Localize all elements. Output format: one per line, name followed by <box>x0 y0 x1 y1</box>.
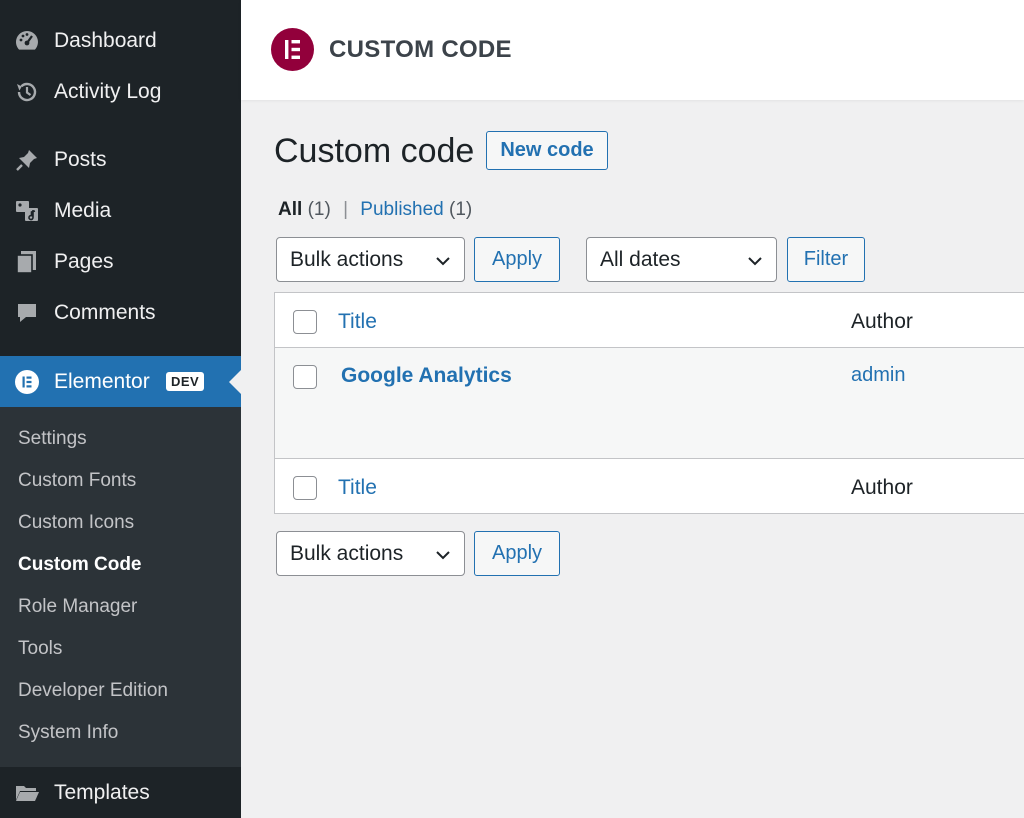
chevron-down-icon <box>434 546 452 570</box>
elementor-logo-icon <box>271 28 314 71</box>
view-all[interactable]: All <box>278 199 302 220</box>
pages-icon <box>14 249 40 275</box>
chevron-down-icon <box>746 252 764 276</box>
sidebar-item-comments[interactable]: Comments <box>0 288 241 338</box>
bulk-actions-value: Bulk actions <box>290 247 404 271</box>
status-views: All (1) | Published (1) <box>278 199 472 221</box>
row-checkbox[interactable] <box>293 365 317 389</box>
table-header-row: Title Author <box>275 293 1024 348</box>
column-author-footer: Author <box>851 476 913 499</box>
filter-button[interactable]: Filter <box>787 237 865 282</box>
sidebar-item-dashboard[interactable]: Dashboard <box>0 16 241 66</box>
column-title-footer[interactable]: Title <box>338 476 377 500</box>
views-separator: | <box>343 199 349 220</box>
submenu-item-system-info[interactable]: System Info <box>18 722 118 744</box>
bulk-actions-select[interactable]: Bulk actions <box>276 237 465 282</box>
sidebar-item-pages[interactable]: Pages <box>0 237 241 287</box>
submenu-item-custom-fonts[interactable]: Custom Fonts <box>18 470 136 492</box>
header-title: CUSTOM CODE <box>329 36 512 63</box>
folder-icon <box>14 780 40 806</box>
pin-icon <box>14 147 40 173</box>
sidebar-item-label: Dashboard <box>54 29 157 52</box>
dates-select[interactable]: All dates <box>586 237 777 282</box>
apply-button-bottom[interactable]: Apply <box>474 531 560 576</box>
column-author-header: Author <box>851 310 913 333</box>
elementor-submenu: Settings Custom Fonts Custom Icons Custo… <box>0 407 241 767</box>
table-row: Google Analytics admin <box>275 348 1024 459</box>
dashboard-icon <box>14 28 40 54</box>
sidebar-bottom: Templates <box>0 767 241 818</box>
column-title-header[interactable]: Title <box>338 310 377 334</box>
bulk-actions-select-bottom[interactable]: Bulk actions <box>276 531 465 576</box>
sidebar-item-elementor[interactable]: Elementor DEV <box>0 356 241 407</box>
select-all-checkbox-footer[interactable] <box>293 476 317 500</box>
chevron-down-icon <box>434 252 452 276</box>
sidebar-item-label: Pages <box>54 250 114 273</box>
dev-badge: DEV <box>166 372 205 391</box>
view-published[interactable]: Published <box>360 199 443 220</box>
view-all-count: (1) <box>307 199 331 220</box>
submenu-item-custom-code[interactable]: Custom Code <box>18 554 142 576</box>
select-all-checkbox[interactable] <box>293 310 317 334</box>
sidebar-item-label: Templates <box>54 780 150 804</box>
comment-icon <box>14 300 40 326</box>
sidebar-item-label: Comments <box>54 301 156 324</box>
elementor-icon <box>14 369 40 395</box>
view-published-count: (1) <box>449 199 473 220</box>
admin-sidebar: Dashboard Activity Log Posts Media Pages… <box>0 0 241 818</box>
sidebar-item-label: Elementor <box>54 369 150 393</box>
submenu-item-custom-icons[interactable]: Custom Icons <box>18 512 134 534</box>
bulk-actions-value-bottom: Bulk actions <box>290 541 404 565</box>
submenu-item-role-manager[interactable]: Role Manager <box>18 596 137 618</box>
sidebar-item-label: Posts <box>54 148 107 171</box>
submenu-item-tools[interactable]: Tools <box>18 638 62 660</box>
sidebar-item-label: Media <box>54 199 112 222</box>
sidebar-item-media[interactable]: Media <box>0 186 241 236</box>
dates-value: All dates <box>600 247 681 271</box>
page-header: CUSTOM CODE <box>241 0 1024 100</box>
sidebar-item-templates[interactable]: Templates <box>0 767 241 818</box>
sidebar-item-label: Activity Log <box>54 80 162 103</box>
media-icon <box>14 198 40 224</box>
row-author-link[interactable]: admin <box>851 364 905 387</box>
posts-table: Title Author Google Analytics admin Titl… <box>274 292 1024 514</box>
apply-button[interactable]: Apply <box>474 237 560 282</box>
history-icon <box>14 79 40 105</box>
table-footer-row: Title Author <box>275 459 1024 514</box>
row-title-link[interactable]: Google Analytics <box>341 364 512 388</box>
sidebar-item-activity-log[interactable]: Activity Log <box>0 67 241 117</box>
submenu-item-settings[interactable]: Settings <box>18 428 87 450</box>
sidebar-item-posts[interactable]: Posts <box>0 135 241 185</box>
submenu-item-developer-edition[interactable]: Developer Edition <box>18 680 168 702</box>
page-title: Custom code <box>274 132 475 170</box>
new-code-button[interactable]: New code <box>486 131 608 170</box>
